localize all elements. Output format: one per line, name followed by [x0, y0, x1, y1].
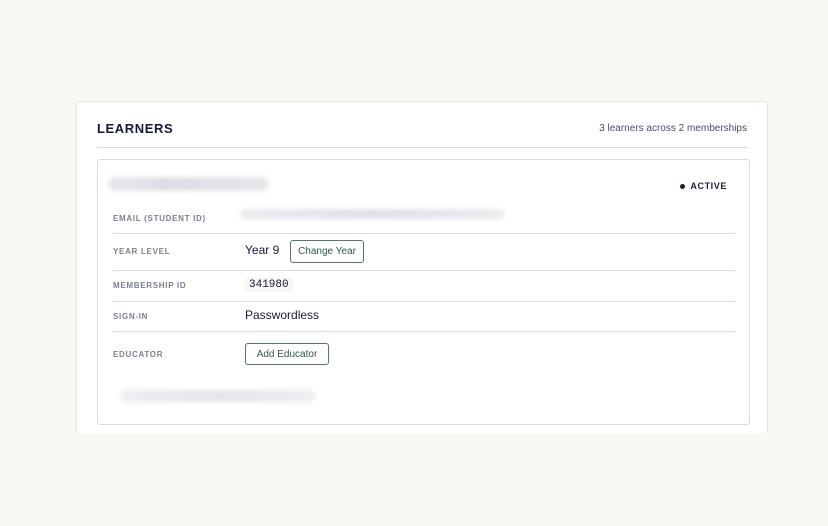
sign-in-value: Passwordless — [245, 308, 320, 322]
learners-panel: LEARNERS 3 learners across 2 memberships… — [76, 101, 768, 433]
sign-in-label: SIGN-IN — [113, 312, 149, 321]
footer-redacted — [120, 390, 315, 402]
row-sign-in: SIGN-IN Passwordless — [113, 301, 735, 332]
email-value-redacted — [240, 209, 505, 219]
row-membership-id: MEMBERSHIP ID 341980 — [113, 270, 735, 302]
learners-header: LEARNERS 3 learners across 2 memberships — [97, 102, 747, 148]
year-level-label: YEAR LEVEL — [113, 247, 171, 256]
row-year-level: YEAR LEVEL Year 9 Change Year — [113, 233, 735, 271]
year-level-value: Year 9 — [245, 243, 280, 257]
email-label: EMAIL (STUDENT ID) — [113, 214, 206, 223]
membership-id-value: 341980 — [245, 278, 293, 292]
membership-id-label: MEMBERSHIP ID — [113, 281, 187, 290]
add-educator-button[interactable]: Add Educator — [245, 343, 329, 365]
learner-name-redacted — [108, 177, 268, 191]
status-label: ACTIVE — [690, 181, 727, 191]
row-email: EMAIL (STUDENT ID) — [113, 200, 735, 234]
change-year-button[interactable]: Change Year — [290, 240, 364, 263]
educator-label: EDUCATOR — [113, 350, 164, 359]
learners-title: LEARNERS — [97, 121, 174, 136]
learners-summary: 3 learners across 2 memberships — [599, 123, 747, 134]
row-educator: EDUCATOR Add Educator — [113, 331, 735, 376]
status-badge: ACTIVE — [680, 181, 727, 191]
status-dot-icon — [680, 183, 686, 189]
learner-card: ACTIVE EMAIL (STUDENT ID) YEAR LEVEL Yea… — [97, 159, 750, 425]
